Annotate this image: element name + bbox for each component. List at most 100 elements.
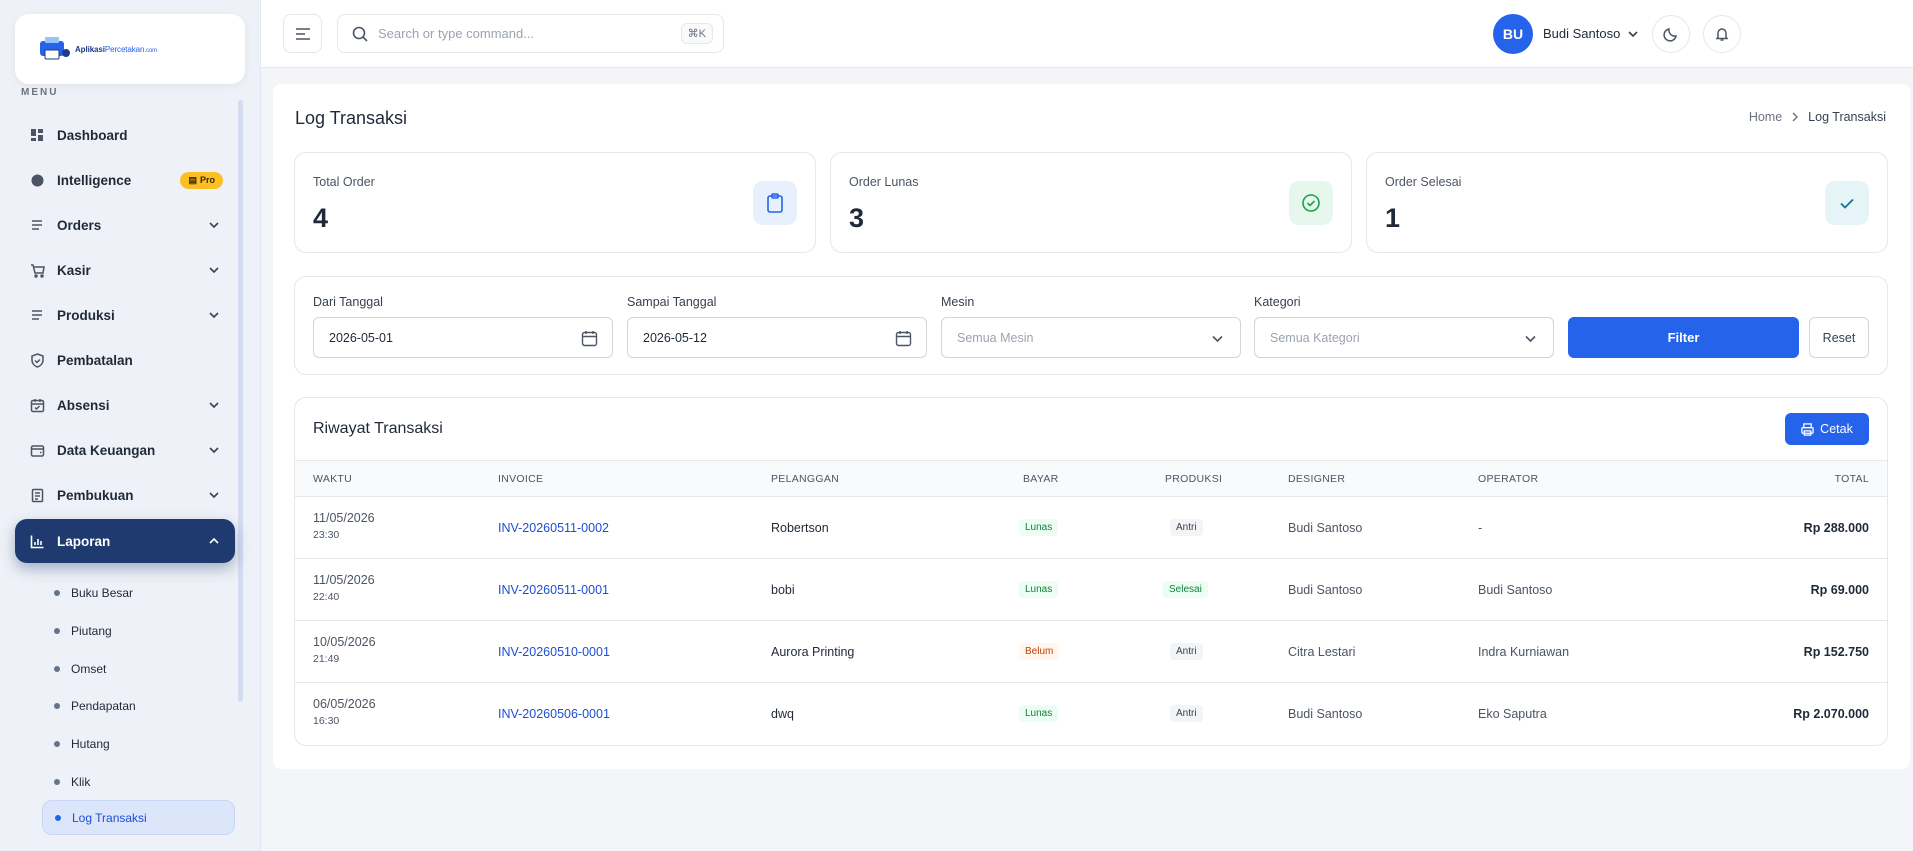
menu-label: MENU: [21, 87, 59, 98]
column-header[interactable]: BAYAR: [1023, 473, 1059, 485]
print-button[interactable]: Cetak: [1785, 413, 1869, 445]
row-designer: Budi Santoso: [1288, 707, 1363, 721]
sidebar-subitem-label: Log Transaksi: [72, 810, 147, 825]
check-icon: [1825, 181, 1869, 225]
sidebar-subitem-label: Piutang: [71, 623, 112, 638]
sidebar-item-label: Pembukuan: [57, 487, 134, 503]
sidebar-item-label: Dashboard: [57, 127, 128, 143]
sidebar-subitem-log-transaksi[interactable]: Log Transaksi: [42, 800, 235, 835]
sidebar-item-data-keuangan[interactable]: Data Keuangan: [15, 429, 235, 471]
filter-button[interactable]: Filter: [1568, 317, 1799, 358]
column-header[interactable]: OPERATOR: [1478, 473, 1538, 485]
column-header[interactable]: INVOICE: [498, 473, 543, 485]
dark-mode-button[interactable]: [1652, 15, 1690, 53]
payment-status-badge: Lunas: [1019, 705, 1059, 722]
invoice-link[interactable]: INV-20260511-0001: [498, 583, 609, 597]
row-total: Rp 288.000: [1803, 521, 1869, 535]
shortcut-hint: ⌘K: [680, 23, 713, 44]
sidebar-subitem-label: Buku Besar: [71, 585, 134, 600]
row-time: 22:40: [313, 591, 340, 603]
stat-value: 3: [849, 203, 865, 233]
brand-name-b: Percetakan: [104, 44, 145, 54]
column-header[interactable]: TOTAL: [1835, 473, 1869, 485]
search-input[interactable]: [378, 26, 658, 41]
sidebar-item-laporan[interactable]: Laporan: [15, 519, 235, 563]
reset-button[interactable]: Reset: [1809, 317, 1869, 358]
book-icon: [29, 487, 45, 503]
sidebar-subitem-pendapatan[interactable]: Pendapatan: [42, 688, 235, 723]
machine-select-value: Semua Mesin: [957, 330, 1034, 345]
sidebar-scrollbar[interactable]: [238, 100, 243, 702]
printer-icon: [1801, 422, 1814, 436]
calendar-icon: ▤: [188, 174, 197, 185]
chevron-down-icon: [209, 222, 219, 229]
row-total: Rp 2.070.000: [1793, 707, 1869, 721]
row-total: Rp 69.000: [1810, 583, 1869, 597]
from-date-value: 2026-05-01: [329, 330, 393, 345]
sidebar-item-absensi[interactable]: Absensi: [15, 384, 235, 426]
row-operator: Indra Kurniawan: [1478, 645, 1570, 659]
column-header[interactable]: WAKTU: [313, 473, 352, 485]
sidebar-item-intelligence[interactable]: Intelligence ▤ Pro: [15, 159, 235, 201]
search-box[interactable]: ⌘K: [337, 14, 724, 53]
chevron-right-icon: [1792, 112, 1799, 122]
row-date: 11/05/2026: [313, 573, 375, 587]
avatar[interactable]: BU: [1493, 14, 1533, 54]
row-date: 06/05/2026: [313, 697, 376, 711]
invoice-link[interactable]: INV-20260511-0002: [498, 521, 609, 535]
category-select[interactable]: Semua Kategori: [1254, 317, 1554, 358]
invoice-link[interactable]: INV-20260510-0001: [498, 645, 610, 659]
sidebar-subitem-hutang[interactable]: Hutang: [42, 726, 235, 761]
notifications-button[interactable]: [1703, 15, 1741, 53]
top-bar: ⌘K: [261, 0, 1913, 68]
menu-toggle-button[interactable]: [283, 14, 322, 53]
bullet-icon: [54, 740, 60, 747]
column-header[interactable]: PRODUKSI: [1165, 473, 1222, 485]
sidebar-item-orders[interactable]: Orders: [15, 204, 235, 246]
stat-card-order-lunas: Order Lunas 3: [830, 152, 1352, 253]
table-row[interactable]: 10/05/2026 21:49 INV-20260510-0001 Auror…: [295, 621, 1887, 683]
brand-logo[interactable]: AplikasiPercetakan.com: [15, 14, 245, 84]
sidebar-item-pembatalan[interactable]: Pembatalan: [15, 339, 235, 381]
sidebar-item-label: Orders: [57, 217, 102, 233]
sidebar-subitem-buku-besar[interactable]: Buku Besar: [42, 575, 235, 610]
sidebar-subitem-label: Omset: [71, 661, 107, 676]
to-date-input[interactable]: 2026-05-12: [627, 317, 927, 358]
column-header[interactable]: PELANGGAN: [771, 473, 839, 485]
table-row[interactable]: 06/05/2026 16:30 INV-20260506-0001 dwq L…: [295, 683, 1887, 745]
breadcrumb-home[interactable]: Home: [1749, 110, 1782, 124]
bullet-icon: [55, 814, 61, 821]
sidebar-item-label: Absensi: [57, 397, 110, 413]
sidebar-subitem-label: Hutang: [71, 736, 110, 751]
row-operator: Budi Santoso: [1478, 583, 1553, 597]
calendar-icon[interactable]: [581, 330, 598, 347]
machine-select[interactable]: Semua Mesin: [941, 317, 1241, 358]
sidebar-subitem-klik[interactable]: Klik: [42, 764, 235, 799]
to-date-label: Sampai Tanggal: [627, 295, 717, 309]
sidebar-item-kasir[interactable]: Kasir: [15, 249, 235, 291]
sidebar-item-label: Data Keuangan: [57, 442, 156, 458]
sidebar-item-dashboard[interactable]: Dashboard: [15, 114, 235, 156]
row-customer: bobi: [771, 583, 795, 597]
sidebar-subitem-piutang[interactable]: Piutang: [42, 613, 235, 648]
column-header[interactable]: DESIGNER: [1288, 473, 1345, 485]
sidebar-item-label: Kasir: [57, 262, 91, 278]
stat-card-total-order: Total Order 4: [294, 152, 816, 253]
from-date-input[interactable]: 2026-05-01: [313, 317, 613, 358]
transactions-table-card: Riwayat Transaksi Cetak WAKTU INVOICE PE…: [294, 397, 1888, 746]
user-name[interactable]: Budi Santoso: [1543, 26, 1620, 41]
hamburger-icon: [295, 27, 310, 40]
sidebar-subitem-omset[interactable]: Omset: [42, 651, 235, 686]
row-date: 11/05/2026: [313, 511, 375, 525]
table-row[interactable]: 11/05/2026 22:40 INV-20260511-0001 bobi …: [295, 559, 1887, 621]
pro-badge-label: Pro: [199, 175, 215, 185]
sidebar-item-produksi[interactable]: Produksi: [15, 294, 235, 336]
pro-badge: ▤ Pro: [180, 171, 223, 189]
sidebar-item-pembukuan[interactable]: Pembukuan: [15, 474, 235, 516]
chevron-down-icon[interactable]: [1626, 27, 1640, 41]
invoice-link[interactable]: INV-20260506-0001: [498, 707, 610, 721]
bullet-icon: [54, 702, 60, 709]
calendar-icon[interactable]: [895, 330, 912, 347]
sidebar-item-label: Produksi: [57, 307, 115, 323]
table-row[interactable]: 11/05/2026 23:30 INV-20260511-0002 Rober…: [295, 497, 1887, 559]
